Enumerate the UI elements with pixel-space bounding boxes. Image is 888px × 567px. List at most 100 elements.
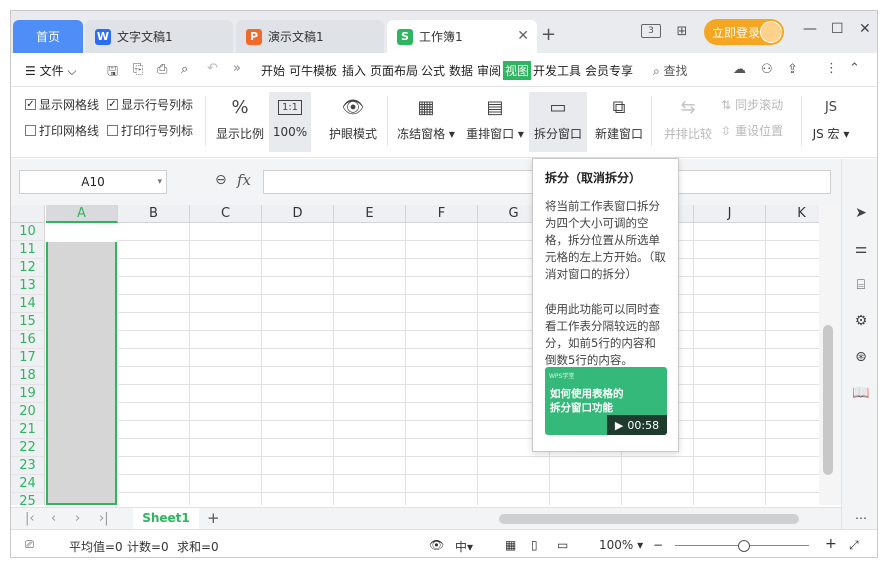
eye-mode-button[interactable]: 👁 护眼模式 xyxy=(325,92,381,152)
row-header[interactable]: 22 xyxy=(11,439,45,457)
row-header[interactable]: 12 xyxy=(11,259,45,277)
grid-cell[interactable] xyxy=(334,241,406,259)
grid-cell[interactable] xyxy=(334,349,406,367)
menu-item-review[interactable]: 审阅 xyxy=(477,62,501,79)
grid-cell[interactable] xyxy=(334,475,406,493)
row-header[interactable]: 14 xyxy=(11,295,45,313)
name-box[interactable]: A10 ▾ xyxy=(19,170,167,194)
grid-cell[interactable] xyxy=(550,457,622,475)
grid-cell[interactable] xyxy=(262,403,334,421)
grid-cell[interactable] xyxy=(694,439,766,457)
grid-cell[interactable] xyxy=(262,223,334,241)
grid-cell[interactable] xyxy=(262,313,334,331)
grid-cell[interactable] xyxy=(766,385,819,403)
grid-cell[interactable] xyxy=(262,457,334,475)
row-header[interactable]: 21 xyxy=(11,421,45,439)
tutorial-video[interactable]: WPS学堂 如何使用表格的拆分窗口功能 ▶ 00:58 xyxy=(545,367,667,435)
grid-cell[interactable] xyxy=(334,493,406,505)
menu-item-start[interactable]: 开始 xyxy=(261,62,285,79)
column-header-f[interactable]: F xyxy=(406,205,478,223)
row-header[interactable]: 24 xyxy=(11,475,45,493)
column-header-e[interactable]: E xyxy=(334,205,406,223)
grid-cell[interactable] xyxy=(190,241,262,259)
grid-cell[interactable] xyxy=(262,241,334,259)
row-header[interactable]: 15 xyxy=(11,313,45,331)
grid-cell[interactable] xyxy=(766,439,819,457)
grid-cell[interactable] xyxy=(190,349,262,367)
menu-item-templates[interactable]: 可牛模板 xyxy=(289,62,337,79)
column-header-b[interactable]: B xyxy=(118,205,190,223)
menu-item-data[interactable]: 数据 xyxy=(449,62,473,79)
row-header[interactable]: 17 xyxy=(11,349,45,367)
grid-cell[interactable] xyxy=(190,493,262,505)
freeze-panes-button[interactable]: ▦ 冻结窗格 ▾ xyxy=(395,92,457,152)
split-window-button[interactable]: ▭ 拆分窗口 xyxy=(529,92,587,152)
menu-item-view[interactable]: 视图 xyxy=(503,61,532,80)
column-header-d[interactable]: D xyxy=(262,205,334,223)
grid-cell[interactable] xyxy=(478,493,550,505)
close-window-icon[interactable]: ✕ xyxy=(859,21,871,37)
grid-cell[interactable] xyxy=(694,349,766,367)
grid-cell[interactable] xyxy=(190,259,262,277)
tab-home[interactable]: 首页 xyxy=(13,20,83,53)
sheet-tab[interactable]: Sheet1 xyxy=(133,508,199,529)
grid-cell[interactable] xyxy=(118,493,190,505)
layout-icon[interactable]: ⌸ xyxy=(852,277,870,295)
grid-cell[interactable] xyxy=(694,385,766,403)
eye-mode-icon[interactable]: 👁 xyxy=(429,538,444,552)
horizontal-scrollbar[interactable] xyxy=(499,514,799,524)
menu-item-member[interactable]: 会员专享 xyxy=(585,62,633,79)
more-chevron-icon[interactable]: » xyxy=(233,61,241,76)
grid-cell[interactable] xyxy=(550,475,622,493)
grid-cell[interactable] xyxy=(118,385,190,403)
grid-cell[interactable] xyxy=(118,295,190,313)
column-header-k[interactable]: K xyxy=(766,205,819,223)
grid-cell[interactable] xyxy=(118,457,190,475)
grid-cell[interactable] xyxy=(478,457,550,475)
vertical-scroll-thumb[interactable] xyxy=(823,325,833,475)
read-mode-icon[interactable]: 📖 xyxy=(852,385,870,403)
grid-cell[interactable] xyxy=(118,403,190,421)
grid-cell[interactable] xyxy=(406,403,478,421)
tab-workbook[interactable]: S 工作簿1 ✕ xyxy=(387,20,537,53)
grid-cell[interactable] xyxy=(262,349,334,367)
grid-cell[interactable] xyxy=(406,313,478,331)
grid-cell[interactable] xyxy=(334,295,406,313)
search-box[interactable]: ⌕ 查找 xyxy=(653,62,688,79)
grid-cell[interactable] xyxy=(190,421,262,439)
first-sheet-icon[interactable]: |‹ xyxy=(25,511,35,526)
grid-cell[interactable] xyxy=(694,313,766,331)
menu-item-formulas[interactable]: 公式 xyxy=(421,62,445,79)
sync-scroll-button[interactable]: ⇅ 同步滚动 xyxy=(721,96,783,113)
grid-cell[interactable] xyxy=(766,241,819,259)
grid-cell[interactable] xyxy=(406,223,478,241)
grid-cell[interactable] xyxy=(118,349,190,367)
grid-cell[interactable] xyxy=(334,385,406,403)
grid-cell[interactable] xyxy=(694,277,766,295)
more-options-icon[interactable]: ⋮ xyxy=(825,61,838,76)
grid-cell[interactable] xyxy=(334,367,406,385)
maximize-icon[interactable]: ☐ xyxy=(831,21,844,37)
grid-cell[interactable] xyxy=(766,259,819,277)
grid-cell[interactable] xyxy=(766,223,819,241)
menu-item-layout[interactable]: 页面布局 xyxy=(370,62,418,79)
page-break-icon[interactable]: ▭ xyxy=(557,538,568,552)
grid-cell[interactable] xyxy=(694,367,766,385)
grid-cell[interactable] xyxy=(262,421,334,439)
grid-cell[interactable] xyxy=(766,277,819,295)
grid-cell[interactable] xyxy=(262,475,334,493)
grid-cell[interactable] xyxy=(334,259,406,277)
show-rowcol-checkbox[interactable]: ✓ 显示行号列标 xyxy=(107,96,193,113)
new-tab-button[interactable]: + xyxy=(541,24,556,45)
grid-cell[interactable] xyxy=(334,223,406,241)
grid-cell[interactable] xyxy=(766,331,819,349)
grid-cell[interactable] xyxy=(190,475,262,493)
grid-cell[interactable] xyxy=(118,475,190,493)
grid-cell[interactable] xyxy=(118,331,190,349)
zoom-in-icon[interactable]: + xyxy=(825,536,837,552)
row-header[interactable]: 25 xyxy=(11,493,45,505)
prev-sheet-icon[interactable]: ‹ xyxy=(51,511,56,526)
pointer-icon[interactable]: ➤ xyxy=(852,205,870,223)
zoom-ratio-button[interactable]: % 显示比例 xyxy=(215,92,265,152)
save-icon[interactable]: 🖫 xyxy=(107,62,118,84)
